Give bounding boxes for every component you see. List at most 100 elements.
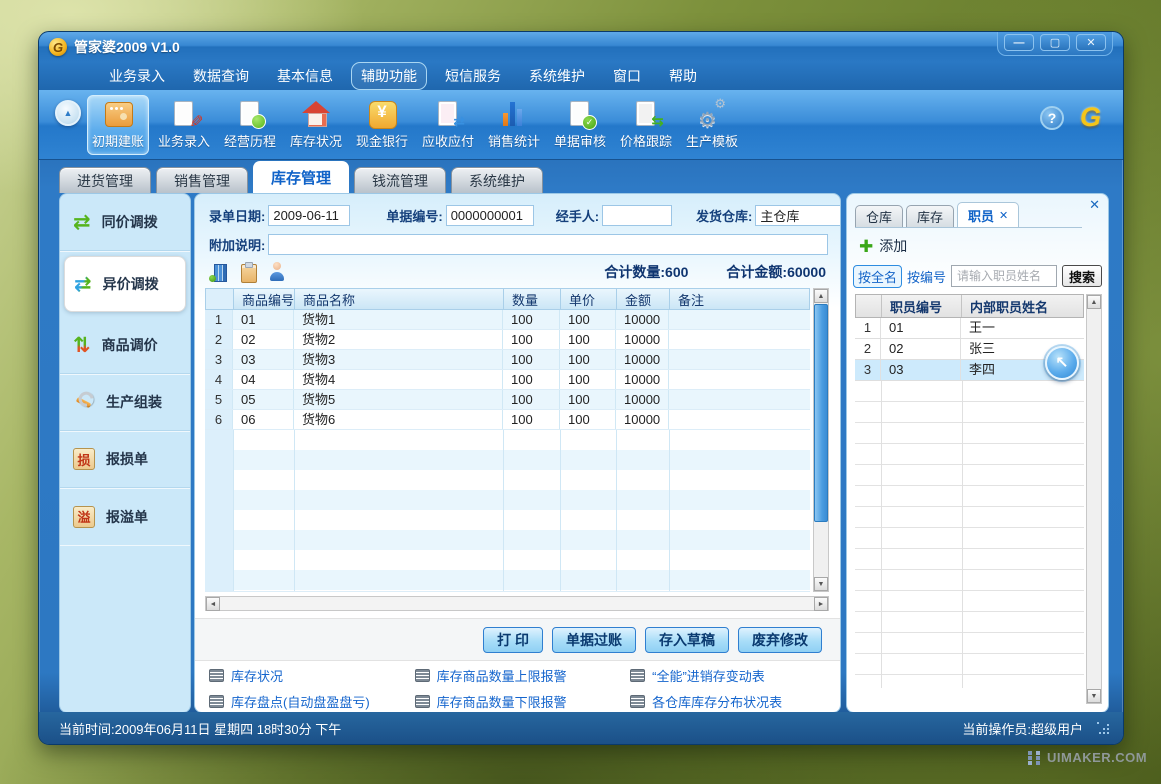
doc-no-input[interactable] [446, 205, 534, 226]
save-draft-button[interactable]: 存入草稿 [645, 627, 729, 653]
discard-changes-button[interactable]: 废弃修改 [738, 627, 822, 653]
toolbar-items: 初期建账 业务录入 经营历程 库存状况 现金银行 应收应付 [87, 95, 743, 155]
items-table: 商品编号 商品名称 数量 单价 金额 备注 101货物110010010000 … [205, 288, 810, 592]
post-document-button[interactable]: 单据过账 [552, 627, 636, 653]
scroll-right-icon[interactable]: ► [814, 597, 828, 611]
toolbar-price-tracking[interactable]: 价格跟踪 [615, 95, 677, 155]
sidebar-item-assembly[interactable]: 生产组装 [60, 374, 190, 431]
draft-list-icon[interactable] [238, 262, 258, 282]
table-row[interactable]: 505货物510010010000 [205, 390, 810, 410]
link-stocktaking[interactable]: 库存盘点(自动盘盈盘亏) [209, 692, 415, 711]
tab-staff[interactable]: 职员 ✕ [957, 202, 1019, 227]
collapse-toolbar-button[interactable]: ▲ [55, 100, 81, 126]
staff-row[interactable]: 1 01 王一 [855, 318, 1084, 339]
doc-check-icon [564, 99, 596, 129]
menu-auxiliary[interactable]: 辅助功能 [351, 62, 427, 90]
price-arrows-icon: ⇅ [73, 335, 91, 356]
filter-by-code[interactable]: 按编号 [907, 267, 946, 286]
table-row[interactable]: 101货物110010010000 [205, 310, 810, 330]
toolbar-cash-bank[interactable]: 现金银行 [351, 95, 413, 155]
scroll-up-icon[interactable]: ▲ [814, 289, 828, 303]
report-list-icon [209, 695, 224, 708]
panel-close-icon[interactable]: ✕ [1089, 197, 1100, 213]
menu-data-query[interactable]: 数据查询 [183, 62, 259, 90]
tab-stock[interactable]: 库存 [906, 205, 954, 227]
help-icon[interactable]: ? [1040, 106, 1064, 130]
vertical-scrollbar[interactable]: ▲ ▼ [813, 288, 829, 592]
note-input[interactable] [268, 234, 828, 255]
link-inventory-status[interactable]: 库存状况 [209, 666, 415, 685]
sidebar-item-loss-report[interactable]: 损 报损单 [60, 431, 190, 488]
resize-grip[interactable] [1097, 722, 1109, 734]
horizontal-scrollbar[interactable]: ◄ ► [205, 596, 829, 611]
sidebar-item-diff-price-transfer[interactable]: ⇄ 异价调拨 [64, 256, 186, 312]
menu-window[interactable]: 窗口 [603, 62, 651, 90]
toolbar-doc-review[interactable]: 单据审核 [549, 95, 611, 155]
toolbar-initial-setup[interactable]: 初期建账 [87, 95, 149, 155]
sidebar-item-gain-report[interactable]: 溢 报溢单 [60, 488, 190, 545]
report-list-icon [630, 695, 645, 708]
module-tab-bar: 进货管理 销售管理 库存管理 钱流管理 系统维护 [39, 160, 1123, 193]
table-row[interactable]: 202货物210010010000 [205, 330, 810, 350]
staff-search-input[interactable] [951, 265, 1057, 287]
tab-inventory[interactable]: 库存管理 [253, 161, 349, 193]
link-upper-limit-alert[interactable]: 库存商品数量上限报警 [415, 666, 630, 685]
menu-system-maintenance[interactable]: 系统维护 [519, 62, 595, 90]
table-row[interactable]: 606货物610010010000 [205, 410, 810, 430]
link-warehouse-distribution[interactable]: 各仓库库存分布状况表 [630, 692, 826, 711]
date-input[interactable] [268, 205, 350, 226]
total-amount: 合计金额:60000 [726, 262, 826, 282]
status-bar: 当前时间:2009年06月11日 星期四 18时30分 下午 当前操作员:超级用… [39, 712, 1123, 744]
tab-purchase[interactable]: 进货管理 [59, 167, 151, 193]
tab-close-icon[interactable]: ✕ [999, 209, 1008, 222]
tab-cashflow[interactable]: 钱流管理 [354, 167, 446, 193]
menu-sms-service[interactable]: 短信服务 [435, 62, 511, 90]
staff-scrollbar[interactable]: ▲ ▼ [1086, 294, 1102, 704]
doc-arrows-icon [432, 99, 464, 129]
transfer-arrows-icon: ⇄ [73, 212, 91, 233]
table-row[interactable]: 303货物310010010000 [205, 350, 810, 370]
handler-input[interactable] [602, 205, 672, 226]
warehouse-label: 发货仓库: [696, 206, 752, 225]
gears-icon [696, 99, 728, 129]
table-row[interactable]: 404货物410010010000 [205, 370, 810, 390]
maximize-button[interactable]: ▢ [1040, 34, 1070, 51]
sidebar-item-price-adjust[interactable]: ⇅ 商品调价 [60, 317, 190, 374]
toolbar-business-entry[interactable]: 业务录入 [153, 95, 215, 155]
minimize-button[interactable]: — [1004, 34, 1034, 51]
toolbar-inventory-status[interactable]: 库存状况 [285, 95, 347, 155]
plus-icon: ✚ [859, 238, 873, 255]
add-staff-button[interactable]: ✚ 添加 [859, 236, 907, 256]
link-lower-limit-alert[interactable]: 库存商品数量下限报警 [415, 692, 630, 711]
print-button[interactable]: 打 印 [483, 627, 543, 653]
scroll-down-icon[interactable]: ▼ [814, 577, 828, 591]
content-area: ⇄ 同价调拨 ⇄ 异价调拨 ⇅ 商品调价 生产组装 损 报损单 溢 报溢单 [39, 193, 1123, 713]
uimaker-logo-icon [1028, 751, 1041, 764]
staff-table-header: 职员编号 内部职员姓名 [855, 294, 1084, 318]
close-button[interactable]: ✕ [1076, 34, 1106, 51]
menu-help[interactable]: 帮助 [659, 62, 707, 90]
tab-warehouse[interactable]: 仓库 [855, 205, 903, 227]
sidebar-item-same-price-transfer[interactable]: ⇄ 同价调拨 [60, 194, 190, 251]
staff-picker-icon[interactable] [267, 262, 287, 282]
scroll-up-icon[interactable]: ▲ [1087, 295, 1101, 309]
toolbar-production-template[interactable]: 生产模板 [681, 95, 743, 155]
warehouse-input[interactable] [755, 205, 841, 226]
toolbar-right: ? G [1040, 102, 1123, 133]
warehouse-picker-icon[interactable] [209, 262, 229, 282]
tab-sales[interactable]: 销售管理 [156, 167, 248, 193]
toolbar-sales-stats[interactable]: 销售统计 [483, 95, 545, 155]
tab-system[interactable]: 系统维护 [451, 167, 543, 193]
search-button[interactable]: 搜索 [1062, 265, 1102, 287]
menu-business-entry[interactable]: 业务录入 [99, 62, 175, 90]
link-allround-change-report[interactable]: “全能”进销存变动表 [630, 666, 826, 685]
scrollbar-thumb[interactable] [814, 304, 828, 522]
scroll-down-icon[interactable]: ▼ [1087, 689, 1101, 703]
voucher-header-row: 录单日期: 单据编号: 经手人: 发货仓库: [209, 205, 828, 226]
price-track-icon [630, 99, 662, 129]
scroll-left-icon[interactable]: ◄ [206, 597, 220, 611]
filter-by-fullname[interactable]: 按全名 [853, 265, 902, 288]
toolbar-business-history[interactable]: 经营历程 [219, 95, 281, 155]
toolbar-receivable-payable[interactable]: 应收应付 [417, 95, 479, 155]
menu-basic-info[interactable]: 基本信息 [267, 62, 343, 90]
